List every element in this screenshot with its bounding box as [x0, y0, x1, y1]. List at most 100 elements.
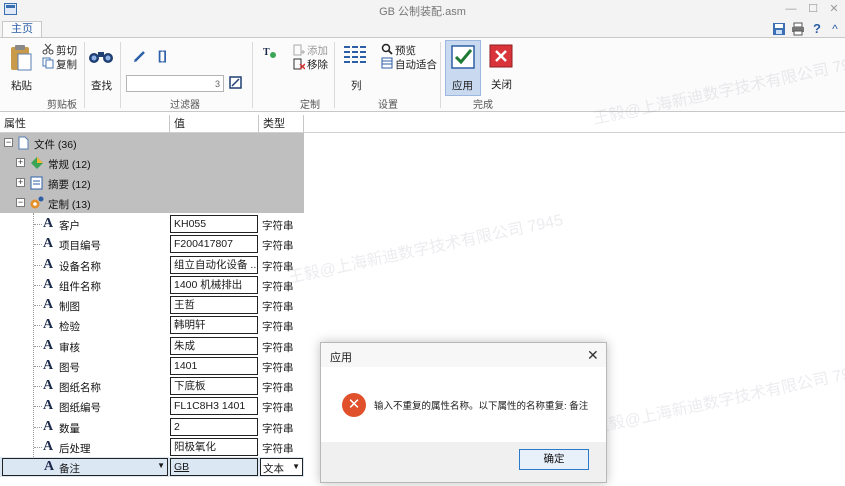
table-row[interactable]: A 设备名称 组立自动化设备 ... 字符串	[0, 255, 304, 275]
table-row[interactable]: A 图纸编号 FL1C8H3 1401 字符串	[0, 396, 304, 416]
text-property-icon: A	[43, 378, 54, 393]
property-value-field[interactable]: 朱成	[170, 336, 258, 355]
clear-filter-icon[interactable]	[229, 76, 242, 89]
property-value-field[interactable]: 王哲	[170, 296, 258, 314]
property-value-field[interactable]: 下底板	[170, 377, 258, 395]
property-value-field[interactable]: 阳极氧化	[170, 437, 258, 456]
pencil-icon[interactable]	[133, 49, 147, 63]
property-link-icon[interactable]: T	[263, 45, 277, 59]
paste-button[interactable]: 粘贴	[11, 78, 32, 93]
autofit-button[interactable]: 自动适合	[395, 57, 437, 72]
expand-icon[interactable]: +	[16, 178, 25, 187]
property-type: 字符串	[262, 361, 294, 374]
copy-icon[interactable]	[42, 57, 54, 69]
table-row[interactable]: A 后处理 阳极氧化 字符串	[0, 437, 304, 457]
tree-label: 摘要 (12)	[48, 179, 91, 191]
paste-icon[interactable]	[9, 44, 33, 72]
property-value-field[interactable]: 组立自动化设备 ...	[170, 255, 258, 274]
add-button[interactable]: 添加	[307, 43, 328, 58]
tree-line	[34, 264, 42, 266]
property-name: 检验	[59, 321, 80, 334]
separator	[440, 42, 441, 108]
property-value-input[interactable]: GB	[170, 458, 258, 476]
dropdown-arrow-icon[interactable]: ▼	[292, 462, 300, 471]
print-icon[interactable]	[791, 22, 805, 36]
cut-icon[interactable]	[42, 43, 54, 55]
tab-home[interactable]: 主页	[2, 21, 42, 38]
checkmark-icon	[451, 45, 475, 69]
ribbon: 粘贴 剪切 复制 剪贴板 查找 [] 3 过滤器 T 添加 移除 定制 列 预览…	[0, 37, 845, 112]
tree-line	[34, 386, 42, 387]
tree-row-custom[interactable]: − 定制 (13)	[0, 193, 304, 213]
table-row[interactable]: A 检验 韩明轩 字符串	[0, 315, 304, 335]
dialog-title: 应用	[330, 352, 352, 364]
close-icon	[489, 44, 513, 68]
find-button[interactable]: 查找	[91, 78, 112, 93]
tree-line	[34, 406, 42, 408]
remove-button[interactable]: 移除	[307, 57, 328, 72]
expand-icon[interactable]: +	[16, 158, 25, 167]
text-property-icon: A	[43, 297, 54, 312]
editing-row[interactable]: A 备注 ▼ GB 文本 ▼	[0, 457, 304, 477]
copy-button[interactable]: 复制	[56, 57, 77, 72]
text-property-icon: A	[43, 317, 54, 333]
collapse-icon[interactable]: −	[4, 138, 13, 147]
tree-line	[34, 426, 42, 428]
table-row[interactable]: A 组件名称 1400 机械排出 字符串	[0, 275, 304, 295]
table-row[interactable]: A 数量 2 字符串	[0, 417, 304, 437]
ok-button[interactable]: 确定	[519, 449, 589, 470]
property-name: 设备名称	[59, 260, 101, 273]
columns-button[interactable]: 列	[351, 78, 362, 93]
maximize-icon[interactable]: ☐	[806, 2, 820, 16]
property-value-field[interactable]: 1401	[170, 356, 258, 375]
separator	[252, 42, 253, 108]
table-row[interactable]: A 制图 王哲 字符串	[0, 295, 304, 315]
property-value-field[interactable]: FL1C8H3 1401	[170, 397, 258, 416]
tree-row-general[interactable]: + 常规 (12)	[0, 153, 304, 173]
property-value-field[interactable]: 韩明轩	[170, 316, 258, 335]
header-value[interactable]: 值	[170, 115, 259, 133]
table-row[interactable]: A 审核 朱成 字符串	[0, 336, 304, 356]
close-window-icon[interactable]: ✕	[827, 2, 841, 16]
text-property-icon: A	[43, 256, 54, 272]
save-icon[interactable]	[772, 22, 786, 36]
table-row[interactable]: A 项目编号 F200417807 字符串	[0, 234, 304, 254]
property-value-field[interactable]: 2	[170, 417, 258, 436]
property-type: 字符串	[262, 280, 294, 293]
header-type[interactable]: 类型	[259, 115, 304, 133]
preview-button[interactable]: 预览	[395, 43, 416, 58]
collapse-icon[interactable]: −	[16, 198, 25, 207]
autofit-icon[interactable]	[381, 57, 393, 69]
close-button[interactable]: 关闭	[484, 40, 520, 96]
table-row[interactable]: A 客户 KH055 字符串	[0, 214, 304, 234]
watermark: 王毅@上海新迪数字技术有限公司 7945	[591, 361, 845, 437]
table-row[interactable]: A 图纸名称 下底板 字符串	[0, 376, 304, 396]
preview-icon[interactable]	[381, 43, 393, 55]
apply-button[interactable]: 应用	[445, 40, 481, 96]
header-property[interactable]: 属性	[0, 115, 170, 133]
text-property-icon: A	[44, 459, 55, 474]
property-value-field[interactable]: KH055	[170, 215, 258, 233]
property-type: 字符串	[262, 382, 294, 394]
binoculars-icon[interactable]	[88, 48, 114, 64]
bracket-filter-button[interactable]: []	[158, 48, 167, 63]
property-type: 字符串	[262, 321, 294, 334]
dialog-close-icon[interactable]: ✕	[587, 347, 599, 364]
type-select[interactable]: 文本 ▼	[260, 458, 303, 476]
property-value-field[interactable]: F200417807	[170, 235, 258, 254]
minimize-icon[interactable]: —	[784, 2, 798, 16]
cut-button[interactable]: 剪切	[56, 43, 77, 58]
property-value-field[interactable]: 1400 机械排出	[170, 275, 258, 294]
property-name-input[interactable]: A 备注 ▼	[2, 458, 168, 476]
dropdown-arrow-icon[interactable]: ▼	[157, 461, 165, 470]
columns-icon[interactable]	[343, 44, 367, 68]
collapse-ribbon-icon[interactable]: ^	[828, 22, 842, 36]
tree-row-root[interactable]: − 文件 (36)	[0, 133, 304, 153]
custom-group-label: 定制	[300, 100, 320, 111]
grid-header: 属性 值 类型	[0, 115, 845, 133]
filter-input[interactable]: 3	[126, 75, 224, 92]
tree-row-summary[interactable]: + 摘要 (12)	[0, 173, 304, 193]
table-row[interactable]: A 图号 1401 字符串	[0, 356, 304, 376]
help-icon[interactable]: ?	[810, 22, 824, 36]
property-type: 字符串	[262, 260, 294, 273]
